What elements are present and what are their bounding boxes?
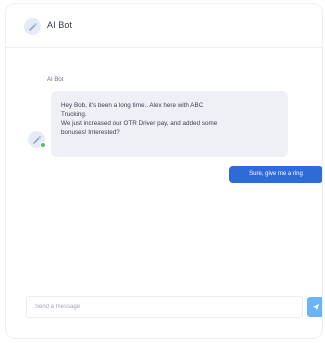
message-avatar [28, 131, 46, 148]
bot-message-line: bonuses! Interested? [61, 129, 120, 136]
message-list: AI Bot Hey Bob, it's been a long time.. … [6, 48, 322, 288]
chat-window: AI Bot AI Bot Hey Bob, it's been a long … [5, 3, 323, 339]
message-composer [26, 296, 322, 318]
bot-message-line: We just increased our OTR Driver pay, an… [61, 120, 218, 127]
send-button[interactable] [307, 297, 322, 317]
bot-message-line: Trucking. [61, 111, 87, 118]
bot-avatar [24, 18, 41, 35]
online-status-dot [40, 142, 46, 148]
bot-message-line: Hey Bob, it's been a long time.. Alex he… [61, 102, 204, 109]
robot-icon [28, 22, 37, 31]
chat-header: AI Bot [6, 4, 322, 48]
message-sender-name: AI Bot [47, 77, 64, 83]
user-message-bubble[interactable]: Sure, give me a ring [229, 166, 322, 183]
send-icon [312, 303, 319, 311]
message-input[interactable] [26, 296, 303, 318]
chat-title: AI Bot [47, 20, 73, 30]
bot-message-bubble: Hey Bob, it's been a long time.. Alex he… [51, 91, 288, 157]
